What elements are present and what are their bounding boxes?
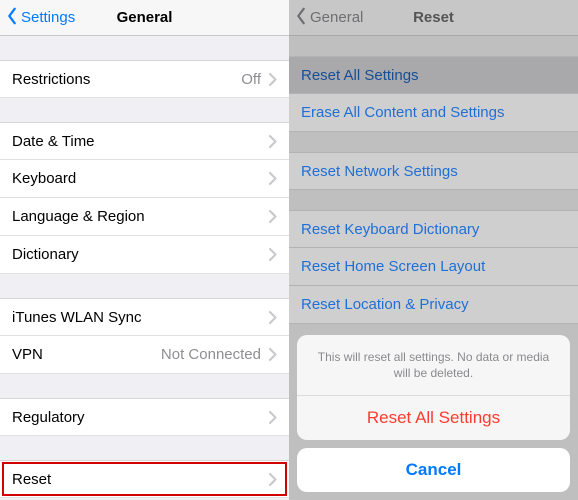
cell-label: Reset Keyboard Dictionary: [301, 221, 566, 238]
group-locale: Date & Time Keyboard Language & Region D…: [0, 122, 289, 274]
chevron-right-icon: [269, 73, 277, 86]
navbar-general: Settings General: [0, 0, 289, 36]
cell-label: Regulatory: [12, 409, 269, 426]
navbar-reset: General Reset: [289, 0, 578, 36]
chevron-right-icon: [269, 172, 277, 185]
action-sheet: This will reset all settings. No data or…: [297, 335, 570, 492]
group-restrictions: Restrictions Off: [0, 60, 289, 98]
cell-reset-network[interactable]: Reset Network Settings: [289, 152, 578, 190]
cell-label: Restrictions: [12, 71, 241, 88]
cell-erase-all-content[interactable]: Erase All Content and Settings: [289, 94, 578, 132]
cell-reset-home-screen[interactable]: Reset Home Screen Layout: [289, 248, 578, 286]
chevron-right-icon: [269, 135, 277, 148]
back-label: General: [310, 9, 363, 26]
chevron-right-icon: [269, 411, 277, 424]
cell-label: iTunes WLAN Sync: [12, 309, 269, 326]
chevron-right-icon: [269, 248, 277, 261]
cell-label: Keyboard: [12, 170, 269, 187]
cell-restrictions[interactable]: Restrictions Off: [0, 60, 289, 98]
cell-label: Reset All Settings: [301, 67, 566, 84]
action-sheet-main: This will reset all settings. No data or…: [297, 335, 570, 440]
group-reset-c: Reset Keyboard Dictionary Reset Home Scr…: [289, 210, 578, 324]
chevron-left-icon: [295, 7, 310, 29]
cell-label: Reset: [12, 471, 269, 488]
group-reset: Reset: [0, 460, 289, 498]
back-label: Settings: [21, 9, 75, 26]
cell-itunes-wlan-sync[interactable]: iTunes WLAN Sync: [0, 298, 289, 336]
cell-date-time[interactable]: Date & Time: [0, 122, 289, 160]
cell-language-region[interactable]: Language & Region: [0, 198, 289, 236]
reset-all-settings-button[interactable]: Reset All Settings: [297, 396, 570, 440]
cell-label: Reset Network Settings: [301, 163, 566, 180]
page-title: Reset: [413, 9, 454, 26]
cell-label: Language & Region: [12, 208, 269, 225]
group-network: iTunes WLAN Sync VPN Not Connected: [0, 298, 289, 374]
chevron-right-icon: [269, 473, 277, 486]
cell-label: Dictionary: [12, 246, 269, 263]
cell-label: Reset Home Screen Layout: [301, 258, 566, 275]
cell-vpn[interactable]: VPN Not Connected: [0, 336, 289, 374]
cell-reset-keyboard-dictionary[interactable]: Reset Keyboard Dictionary: [289, 210, 578, 248]
back-to-general-button[interactable]: General: [295, 7, 363, 29]
chevron-right-icon: [269, 311, 277, 324]
cell-regulatory[interactable]: Regulatory: [0, 398, 289, 436]
cell-reset-all-settings[interactable]: Reset All Settings: [289, 56, 578, 94]
cell-reset[interactable]: Reset: [0, 460, 289, 498]
reset-screen: General Reset Reset All Settings Erase A…: [289, 0, 578, 500]
group-reset-b: Reset Network Settings: [289, 152, 578, 190]
general-settings-screen: Settings General Restrictions Off Date &…: [0, 0, 289, 500]
cell-value: Off: [241, 71, 261, 88]
page-title: General: [117, 9, 173, 26]
chevron-left-icon: [6, 7, 21, 29]
group-regulatory: Regulatory: [0, 398, 289, 436]
group-reset-a: Reset All Settings Erase All Content and…: [289, 56, 578, 132]
cell-reset-location-privacy[interactable]: Reset Location & Privacy: [289, 286, 578, 324]
action-sheet-message: This will reset all settings. No data or…: [297, 335, 570, 396]
chevron-right-icon: [269, 210, 277, 223]
cell-label: Date & Time: [12, 133, 269, 150]
cell-value: Not Connected: [161, 346, 261, 363]
back-to-settings-button[interactable]: Settings: [6, 7, 75, 29]
cell-label: Erase All Content and Settings: [301, 104, 566, 121]
cell-label: Reset Location & Privacy: [301, 296, 566, 313]
cell-keyboard[interactable]: Keyboard: [0, 160, 289, 198]
cancel-button[interactable]: Cancel: [297, 448, 570, 492]
cell-label: VPN: [12, 346, 161, 363]
cell-dictionary[interactable]: Dictionary: [0, 236, 289, 274]
chevron-right-icon: [269, 348, 277, 361]
